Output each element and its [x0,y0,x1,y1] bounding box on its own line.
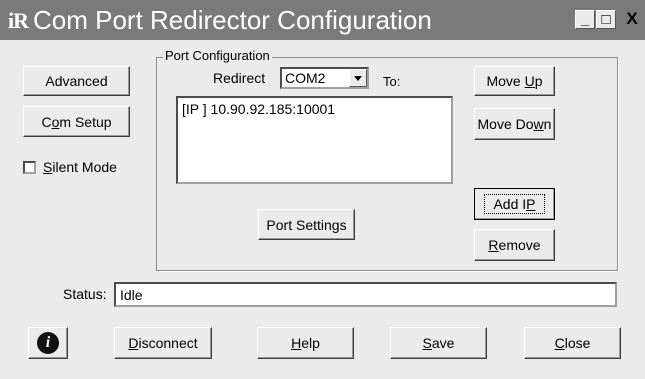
close-button-label: Close [554,335,591,351]
status-field: Idle [114,282,617,307]
chevron-down-icon[interactable] [349,69,367,87]
to-label: To: [383,74,401,89]
close-button[interactable]: Close [524,327,621,359]
com-setup-button-label: Com Setup [41,113,112,130]
window-title: Com Port Redirector Configuration [33,5,432,35]
port-settings-button[interactable]: Port Settings [258,209,355,240]
redirect-label: Redirect [213,70,266,86]
help-button[interactable]: Help [257,327,354,359]
remove-button[interactable]: Remove [474,229,555,261]
maximize-icon: □ [601,11,611,28]
status-label: Status: [63,286,107,302]
advanced-button[interactable]: Advanced [23,66,130,96]
remove-button-label: Remove [488,237,541,253]
disconnect-button[interactable]: Disconnect [114,327,212,359]
com-setup-button[interactable]: Com Setup [23,106,130,137]
app-logo-icon: iR [8,8,29,33]
advanced-button-label: Advanced [45,73,108,89]
list-item[interactable]: [IP ] 10.90.92.185:10001 [182,101,335,117]
config-window: iR Com Port Redirector Configuration _ □… [0,0,645,379]
silent-mode-checkbox[interactable] [23,161,36,174]
disconnect-button-label: Disconnect [128,335,198,351]
redirect-port-value: COM2 [285,70,326,86]
save-button[interactable]: Save [390,327,487,359]
minimize-button[interactable]: _ [575,10,595,29]
status-value: Idle [120,287,143,303]
info-button[interactable]: i [28,327,68,359]
port-configuration-legend: Port Configuration [163,48,272,63]
move-down-button[interactable]: Move Down [474,108,555,140]
redirect-target-list[interactable]: [IP ] 10.90.92.185:10001 [176,96,453,184]
silent-mode-label[interactable]: Silent Mode [43,159,117,175]
port-settings-button-label: Port Settings [266,216,347,233]
add-ip-button-label: Add IP [484,194,545,214]
title-bar[interactable]: iR Com Port Redirector Configuration _ □… [0,0,645,40]
save-button-label: Save [422,335,455,351]
redirect-port-select[interactable]: COM2 [280,67,369,89]
info-icon: i [37,332,59,354]
add-ip-button[interactable]: Add IP [474,188,555,220]
move-up-button[interactable]: Move Up [474,66,555,96]
close-window-button[interactable]: X [622,10,642,29]
maximize-button[interactable]: □ [596,10,616,29]
move-down-button-label: Move Down [477,116,552,132]
help-button-label: Help [291,335,320,351]
move-up-button-label: Move Up [486,73,543,89]
